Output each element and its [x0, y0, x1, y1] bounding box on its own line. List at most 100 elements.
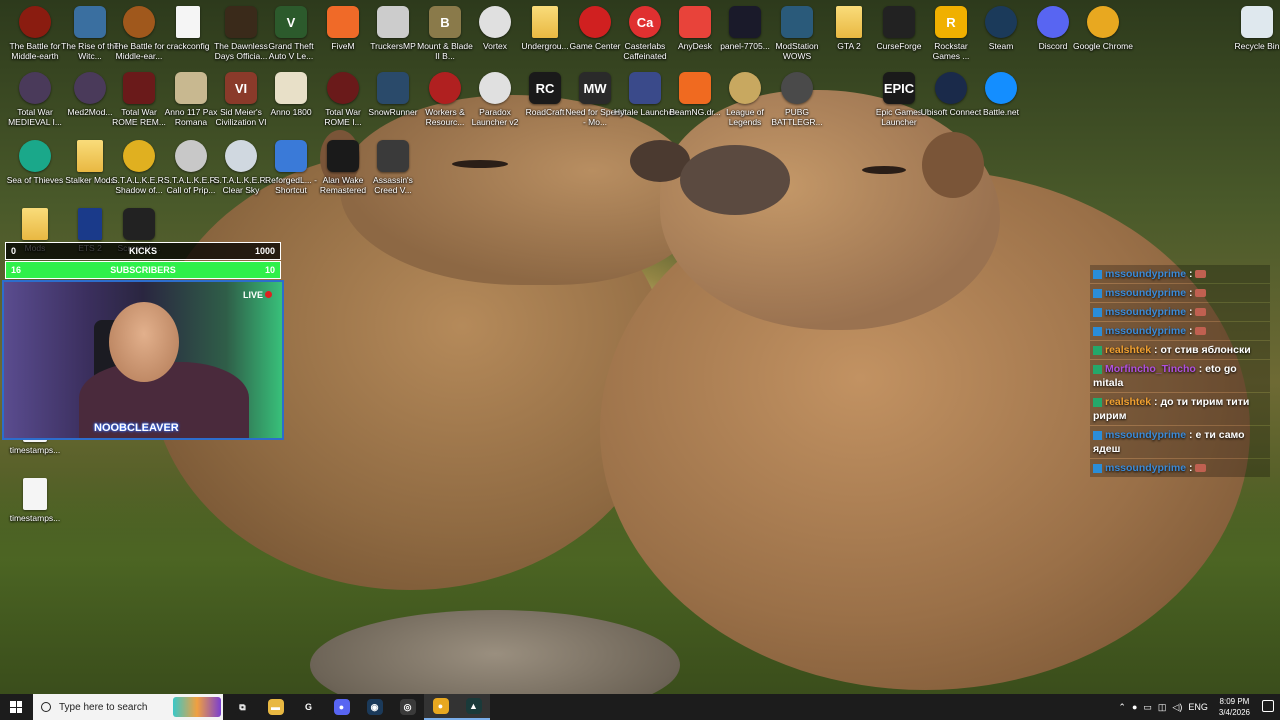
kicks-target: 1000: [254, 246, 275, 256]
notification-icon[interactable]: [1262, 700, 1274, 712]
app-icon: [123, 140, 155, 172]
chat-badge-icon: [1093, 326, 1102, 336]
app-icon: [19, 6, 51, 38]
capybara-eye: [862, 166, 906, 174]
chat-emote-icon: [1195, 464, 1207, 473]
taskbar-app-file-explorer[interactable]: ▬: [259, 694, 292, 720]
app-icon: [729, 6, 761, 38]
app-icon: [377, 6, 409, 38]
chat-emote-icon: [1195, 270, 1207, 279]
kicks-goal-bar: 0 KICKS 1000: [5, 242, 281, 260]
taskbar-app-task-view[interactable]: ⧉: [226, 694, 259, 720]
volume-icon[interactable]: ◁): [1172, 702, 1182, 713]
chat-message: mssoundyprime :: [1090, 303, 1270, 321]
chat-message: realshtek : до ти тирим тити ририм: [1090, 393, 1270, 425]
app-icon: [74, 72, 106, 104]
chat-message: mssoundyprime :: [1090, 265, 1270, 283]
taskbar-app-app-teal[interactable]: ▲: [457, 694, 490, 720]
app-icon: [327, 72, 359, 104]
streamer-head: [109, 302, 179, 382]
chat-emote-icon: [1195, 327, 1207, 336]
app-icon: [377, 140, 409, 172]
file-icon: [23, 478, 47, 510]
chat-username: mssoundyprime: [1105, 268, 1187, 280]
app-icon: [123, 6, 155, 38]
chevron-up-icon[interactable]: ⌃: [1118, 702, 1126, 713]
desktop-icon[interactable]: Google Chrome: [1072, 6, 1134, 72]
chat-separator: :: [1186, 287, 1196, 299]
system-tray: ⌃ ● ▭ ◫ ◁) ENG 8:09 PM 3/4/2026: [1115, 694, 1250, 720]
app-icon: [19, 140, 51, 172]
obs-icon: ◎: [399, 699, 416, 715]
app-icon: [429, 72, 461, 104]
search-icon: [41, 702, 51, 712]
battery-icon[interactable]: ▭: [1143, 702, 1152, 713]
clock-time: 8:09 PM: [1219, 697, 1250, 706]
app-icon: [74, 6, 106, 38]
app-icon: [175, 72, 207, 104]
app-icon: [175, 140, 207, 172]
start-button[interactable]: [0, 694, 32, 720]
steam-icon: ◉: [366, 699, 383, 715]
desktop-icon[interactable]: PUBG BATTLEGR...: [766, 72, 828, 138]
desktop-icon[interactable]: Total War MEDIEVAL I...: [4, 72, 66, 138]
clock[interactable]: 8:09 PM 3/4/2026: [1219, 696, 1250, 718]
file-icon: [176, 6, 200, 38]
chat-overlay: mssoundyprime : mssoundyprime : mssoundy…: [1090, 265, 1270, 478]
app-icon: [1241, 6, 1273, 38]
streamer-name: NOOBCLEAVER: [94, 422, 179, 434]
chat-badge-icon: [1093, 397, 1102, 407]
network-icon[interactable]: ◫: [1158, 702, 1167, 713]
webcam-overlay: LIVE NOOBCLEAVER: [2, 280, 284, 440]
desktop-icon-label: Sea of Thieves: [6, 175, 64, 185]
taskbar: Type here to search ⧉ ▬ G ● ◉ ◎ ● ▲ ⌃ ● ▭ ◫ ◁) …: [0, 694, 1280, 720]
desktop-icon-label: Assassin's Creed V...: [373, 175, 413, 195]
desktop-icon-label: timestamps...: [9, 513, 61, 523]
desktop-icon[interactable]: timestamps...: [4, 478, 66, 544]
app-icon: [275, 72, 307, 104]
app-icon: [729, 72, 761, 104]
app-icon: [19, 72, 51, 104]
chat-badge-icon: [1093, 463, 1102, 473]
subscribers-goal-bar: 16 SUBSCRIBERS 10: [5, 261, 281, 279]
taskbar-app-app-g[interactable]: G: [292, 694, 325, 720]
desktop-icon[interactable]: Recycle Bin: [1226, 6, 1280, 72]
taskbar-app-steam[interactable]: ◉: [358, 694, 391, 720]
app-icon: [377, 72, 409, 104]
chat-username: mssoundyprime: [1105, 429, 1187, 441]
chrome-icon: ●: [432, 698, 449, 714]
chat-separator: :: [1186, 306, 1196, 318]
chat-username: Morfincho_Tincho: [1105, 363, 1196, 375]
desktop-icon-label: Google Chrome: [1072, 41, 1133, 51]
desktop-icon[interactable]: The Battle for Middle-earth: [4, 6, 66, 72]
live-indicator: LIVE: [243, 290, 272, 300]
chat-badge-icon: [1093, 430, 1102, 440]
desktop-icon[interactable]: Battle.net: [970, 72, 1032, 138]
app-icon: [1087, 6, 1119, 38]
taskbar-app-chrome[interactable]: ●: [424, 694, 457, 720]
desktop-icon-label: PUBG BATTLEGR...: [771, 107, 823, 127]
desktop-icon[interactable]: Sea of Thieves: [4, 140, 66, 206]
chat-text: от стив яблонски: [1160, 344, 1251, 356]
search-highlight-image: [173, 697, 221, 717]
app-icon: [327, 6, 359, 38]
app-icon: RC: [529, 72, 561, 104]
desktop-icon[interactable]: Assassin's Creed V...: [362, 140, 424, 206]
chat-username: realshtek: [1105, 344, 1152, 356]
microphone-icon[interactable]: ●: [1132, 702, 1137, 712]
app-icon: [985, 72, 1017, 104]
chat-username: mssoundyprime: [1105, 287, 1187, 299]
file-icon: [78, 208, 102, 240]
app-icon: [985, 6, 1017, 38]
subscribers-label: SUBSCRIBERS: [110, 265, 176, 275]
language-indicator[interactable]: ENG: [1188, 702, 1208, 712]
task-view-icon: ⧉: [234, 699, 251, 715]
taskbar-app-obs[interactable]: ◎: [391, 694, 424, 720]
app-icon: [479, 72, 511, 104]
chat-username: mssoundyprime: [1105, 325, 1187, 337]
chat-badge-icon: [1093, 307, 1102, 317]
chat-message: mssoundyprime :: [1090, 322, 1270, 340]
taskbar-search-box[interactable]: Type here to search: [33, 694, 223, 720]
app-teal-icon: ▲: [465, 698, 482, 714]
taskbar-app-chrome-profile[interactable]: ●: [325, 694, 358, 720]
